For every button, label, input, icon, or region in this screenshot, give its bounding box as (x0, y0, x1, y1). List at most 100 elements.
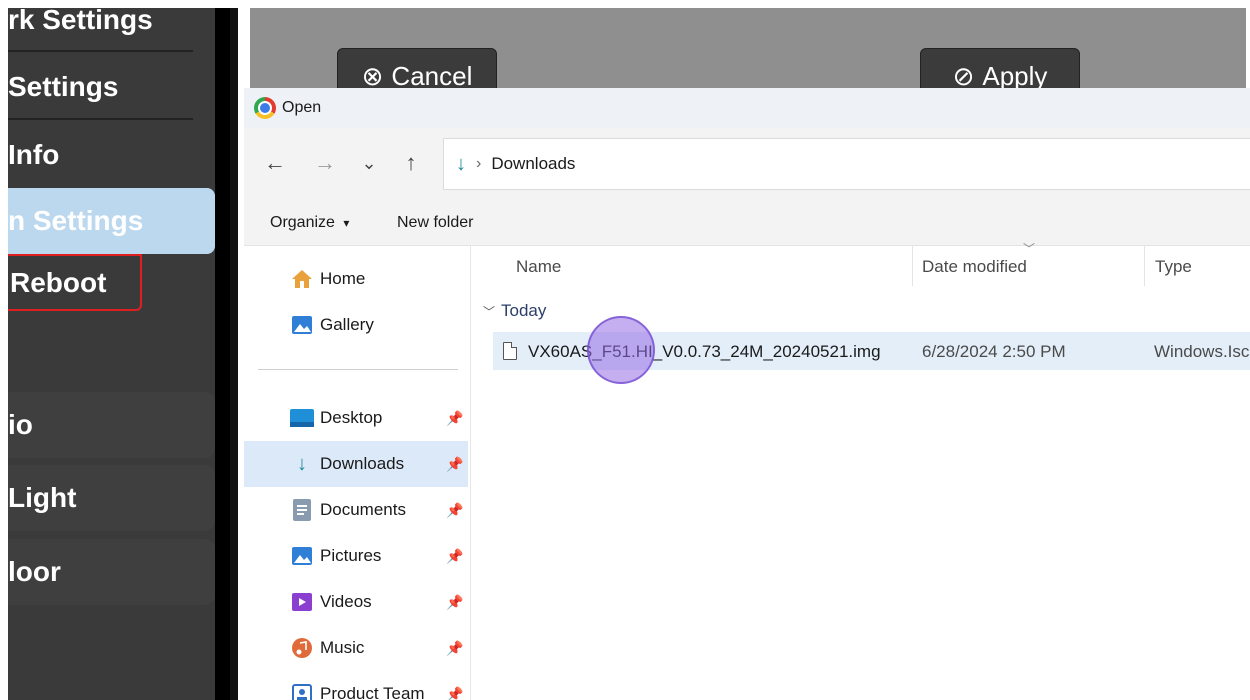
column-label: Date modified (922, 257, 1027, 276)
nav-label: Music (320, 638, 365, 657)
light-button[interactable]: Light (8, 465, 215, 531)
button-label: io (8, 409, 33, 440)
collapse-chevron-icon: ﹀ (483, 304, 496, 319)
home-icon (290, 268, 314, 290)
pin-icon[interactable]: 📌 (446, 640, 463, 657)
pin-icon[interactable]: 📌 (446, 410, 463, 427)
navigation-pane: Home Gallery Desktop 📌 ↓ Downloads 📌 Doc… (244, 246, 470, 700)
nav-label: Pictures (320, 546, 382, 565)
downloads-icon: ↓ (297, 452, 307, 475)
nav-item-home[interactable]: Home (244, 256, 468, 302)
reboot-button[interactable]: Reboot (8, 254, 142, 311)
column-header-date-modified[interactable]: Date modified (922, 257, 1027, 277)
app-header-area: ⊗ Cancel ⊘ Apply (250, 8, 1246, 98)
nav-item-videos[interactable]: Videos 📌 (244, 579, 468, 625)
back-arrow-icon: ← (264, 150, 286, 175)
column-header-name[interactable]: Name (516, 257, 561, 277)
breadcrumb-chevron-icon: › (476, 155, 482, 172)
dialog-titlebar: Open (244, 88, 1250, 128)
app-sidebar: rk Settings Settings Info n Settings Reb… (8, 8, 238, 700)
pin-icon[interactable]: 📌 (446, 456, 463, 473)
group-label: Today (501, 301, 547, 320)
menu-divider (8, 50, 193, 52)
music-icon (290, 637, 314, 659)
dialog-navbar: ← → ⌄ ↑ ↓ › Downloads (244, 128, 1250, 200)
up-arrow-icon: ↑ (405, 150, 417, 175)
menu-label: rk Settings (8, 8, 153, 35)
nav-divider (258, 369, 458, 370)
nav-label: Documents (320, 500, 406, 519)
nav-label: Videos (320, 592, 372, 611)
breadcrumb-downloads[interactable]: Downloads (491, 154, 575, 174)
button-label: loor (8, 556, 61, 587)
back-button[interactable]: ← (260, 148, 290, 178)
dropdown-caret-icon: ▾ (343, 216, 350, 230)
recent-locations-button[interactable]: ⌄ (354, 148, 384, 178)
open-dialog: Open ← → ⌄ ↑ ↓ › Downloads Organize ▾ Ne… (244, 88, 1250, 700)
nav-label: Desktop (320, 408, 383, 427)
button-label: Light (8, 482, 77, 513)
organize-button[interactable]: Organize ▾ (270, 214, 349, 232)
chevron-down-icon: ⌄ (361, 152, 377, 173)
menu-item-info[interactable]: Info (8, 126, 215, 184)
pin-icon[interactable]: 📌 (446, 502, 463, 519)
pin-icon[interactable]: 📌 (446, 686, 463, 700)
pictures-icon (290, 545, 314, 567)
menu-label: Info (8, 139, 60, 170)
nav-item-desktop[interactable]: Desktop 📌 (244, 395, 468, 441)
documents-icon (290, 499, 314, 521)
new-folder-button[interactable]: New folder (397, 214, 473, 232)
forward-arrow-icon: → (314, 150, 336, 175)
door-button[interactable]: loor (8, 539, 215, 605)
menu-item-network-settings[interactable]: rk Settings (8, 8, 215, 40)
sidebar-gap (230, 8, 238, 700)
videos-icon (290, 591, 314, 613)
pin-icon[interactable]: 📌 (446, 548, 463, 565)
file-date-modified: 6/28/2024 2:50 PM (922, 342, 1066, 361)
nav-item-music[interactable]: Music 📌 (244, 625, 468, 671)
file-type: Windows.Isc (1154, 342, 1250, 361)
top-strip (0, 0, 1250, 8)
menu-item-settings[interactable]: Settings (8, 58, 215, 116)
column-divider[interactable] (912, 246, 913, 286)
menu-item-active[interactable]: n Settings (8, 188, 215, 254)
menu-label: Settings (8, 71, 119, 102)
nav-item-downloads[interactable]: ↓ Downloads 📌 (244, 441, 468, 487)
column-header-type[interactable]: Type (1155, 257, 1192, 277)
new-folder-label: New folder (397, 214, 474, 231)
column-label: Type (1155, 257, 1192, 276)
click-indicator (587, 316, 655, 384)
chrome-icon (254, 97, 276, 119)
column-divider[interactable] (1144, 246, 1145, 286)
file-name: VX60AS_F51.HI_V0.0.73_24M_20240521.img (528, 342, 881, 361)
sort-chevron-icon: ﹀ (1023, 242, 1036, 256)
file-list: Name ﹀ Date modified Type ﹀ Today VX60AS… (471, 242, 1250, 700)
file-icon (503, 342, 517, 360)
menu-item-system-settings: n Settings (8, 188, 215, 254)
gallery-icon (290, 314, 314, 336)
nav-label: Product Team (320, 684, 425, 700)
nav-item-documents[interactable]: Documents 📌 (244, 487, 468, 533)
nav-item-gallery[interactable]: Gallery (244, 302, 468, 348)
forward-button[interactable]: → (310, 148, 340, 178)
nav-item-pictures[interactable]: Pictures 📌 (244, 533, 468, 579)
reboot-label: Reboot (10, 266, 107, 298)
pin-icon[interactable]: 📌 (446, 594, 463, 611)
dialog-title: Open (282, 99, 322, 116)
menu-label: n Settings (8, 205, 144, 236)
column-label: Name (516, 257, 562, 276)
nav-item-product-team[interactable]: Product Team 📌 (244, 671, 468, 700)
menu-divider (8, 118, 193, 120)
address-bar[interactable]: ↓ › Downloads (443, 138, 1250, 190)
group-header-today[interactable]: ﹀ Today (483, 301, 546, 321)
command-bar: Organize ▾ New folder (244, 200, 1250, 246)
nav-label: Downloads (320, 454, 405, 473)
audio-button[interactable]: io (8, 392, 215, 458)
nav-label: Gallery (320, 315, 374, 334)
product-team-icon (290, 683, 314, 700)
up-button[interactable]: ↑ (396, 148, 426, 178)
desktop-icon (290, 407, 314, 429)
nav-label: Home (320, 269, 366, 288)
organize-label: Organize (270, 214, 335, 231)
screen: rk Settings Settings Info n Settings Reb… (0, 0, 1250, 700)
